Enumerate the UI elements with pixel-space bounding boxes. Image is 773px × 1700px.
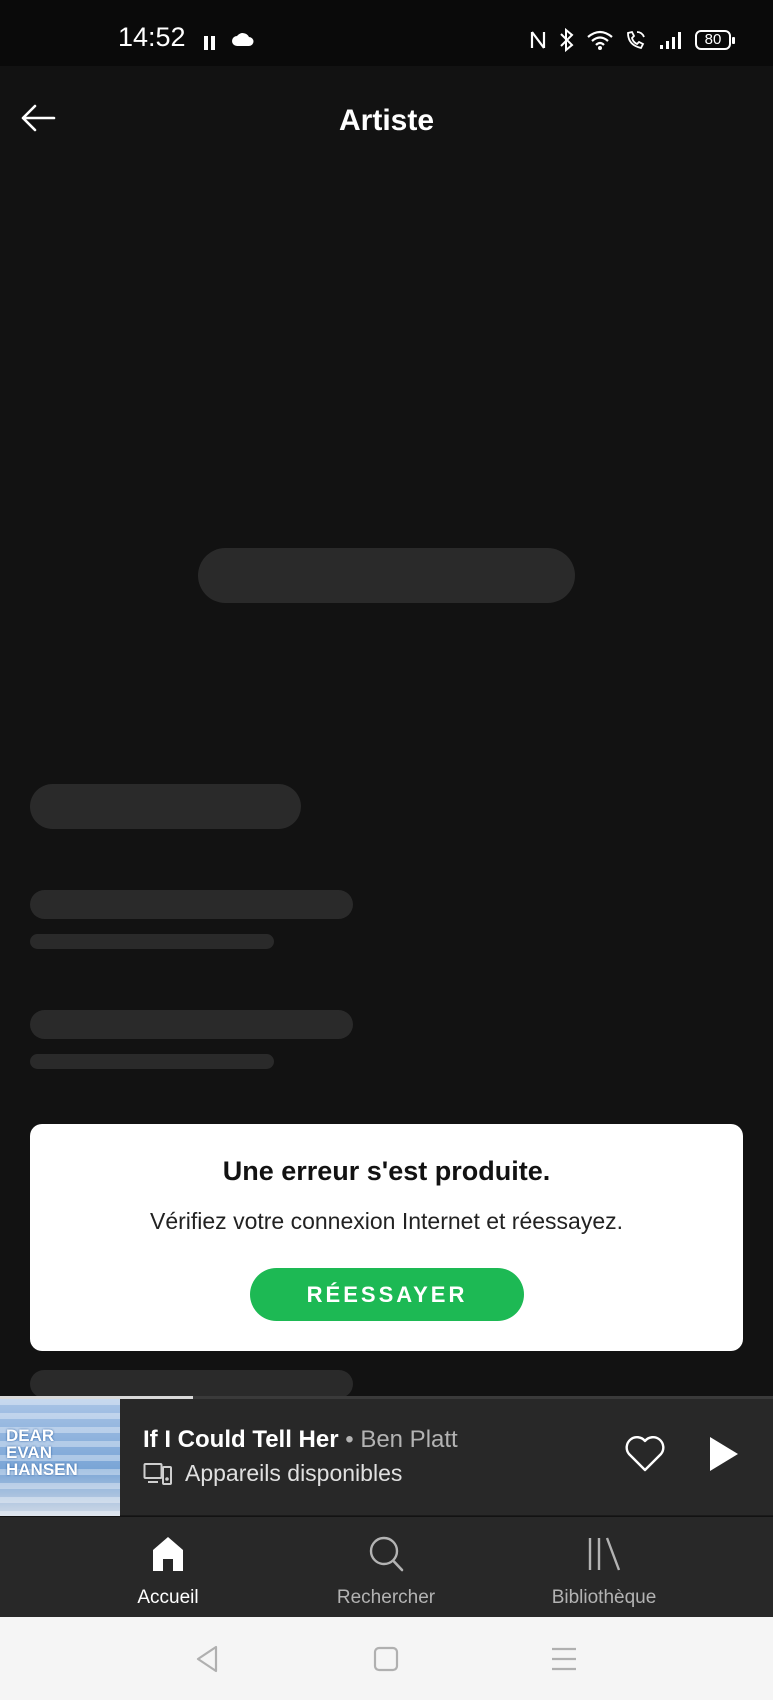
- battery-indicator: 80: [695, 30, 735, 50]
- nav-label-library: Bibliothèque: [551, 1587, 657, 1608]
- bluetooth-icon: [560, 28, 574, 52]
- nav-item-search[interactable]: Rechercher: [286, 1517, 486, 1617]
- devices-label: Appareils disponibles: [185, 1460, 403, 1486]
- error-card: Une erreur s'est produite. Vérifiez votr…: [30, 1124, 743, 1351]
- system-nav-bar: [0, 1617, 773, 1700]
- library-icon: [588, 1537, 621, 1571]
- system-home-icon[interactable]: [366, 1641, 406, 1677]
- track-artist: Ben Platt: [360, 1426, 458, 1453]
- status-time: 14:52: [118, 22, 186, 52]
- signal-icon: [660, 32, 681, 49]
- devices-icon: [143, 1462, 172, 1485]
- error-message: Vérifiez votre connexion Internet et rée…: [149, 1208, 624, 1234]
- system-back-icon[interactable]: [188, 1641, 228, 1677]
- devices-button[interactable]: Appareils disponibles: [143, 1460, 402, 1487]
- artist-page: 14:52 80 Artiste Une erreur s'est produi…: [0, 0, 773, 1700]
- track-title: If I Could Tell Her: [143, 1426, 339, 1453]
- nav-label-home: Accueil: [137, 1587, 199, 1608]
- skeleton-row-title: [30, 1370, 353, 1398]
- skeleton-row-subtitle: [30, 1054, 274, 1069]
- media-pause-icon: [204, 36, 216, 50]
- wifi-icon: [587, 30, 613, 50]
- retry-button[interactable]: RÉESSAYER: [250, 1268, 524, 1321]
- album-art-text: DEAR EVAN HANSEN: [6, 1426, 78, 1479]
- nfc-icon: [530, 31, 546, 49]
- nav-item-home[interactable]: Accueil: [68, 1517, 268, 1617]
- nav-label-search: Rechercher: [336, 1587, 436, 1608]
- skeleton-row-title: [30, 1010, 353, 1039]
- track-info[interactable]: If I Could Tell Her • Ben Platt: [143, 1426, 458, 1454]
- skeleton-artist-name: [198, 548, 575, 603]
- status-bar: 14:52 80: [0, 0, 773, 66]
- heart-icon[interactable]: [624, 1434, 666, 1474]
- wifi-calling-icon: [627, 30, 645, 50]
- skeleton-row-title: [30, 890, 353, 919]
- play-icon[interactable]: [706, 1434, 740, 1474]
- skeleton-section-header: [30, 784, 301, 829]
- error-title: Une erreur s'est produite.: [222, 1156, 551, 1186]
- album-art[interactable]: DEAR EVAN HANSEN: [0, 1399, 120, 1516]
- status-icons: 80: [529, 28, 735, 52]
- search-icon: [369, 1536, 404, 1572]
- home-icon: [153, 1537, 183, 1571]
- system-menu-icon[interactable]: [544, 1641, 584, 1677]
- nav-item-library[interactable]: Bibliothèque: [504, 1517, 704, 1617]
- page-title: Artiste: [338, 104, 435, 137]
- top-bar: Artiste: [0, 66, 773, 176]
- track-separator: •: [338, 1426, 361, 1453]
- bottom-nav: Accueil Rechercher Bibliothèque: [0, 1517, 773, 1617]
- cloud-icon: [232, 33, 254, 46]
- mini-player[interactable]: DEAR EVAN HANSEN If I Could Tell Her • B…: [0, 1396, 773, 1516]
- skeleton-row-subtitle: [30, 934, 274, 949]
